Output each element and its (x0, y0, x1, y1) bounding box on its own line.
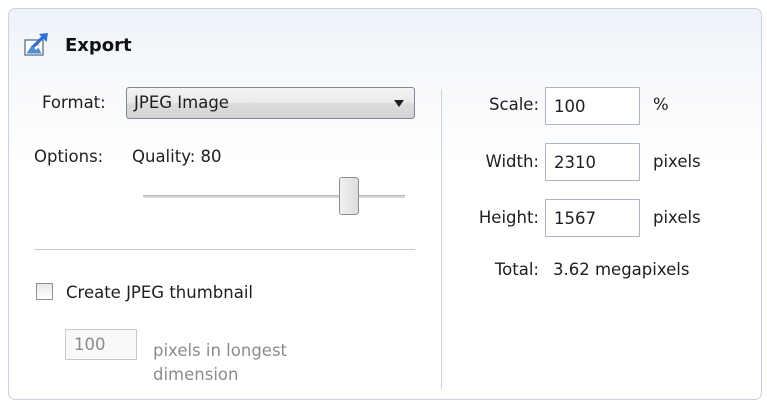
thumbnail-size-caption-line1: pixels in longest (153, 341, 288, 360)
height-input[interactable] (545, 199, 640, 237)
total-value: 3.62 megapixels (553, 260, 690, 279)
quality-slider-thumb[interactable] (339, 177, 359, 215)
scale-input[interactable] (545, 87, 640, 125)
thumbnail-size-caption-line2: dimension (153, 365, 239, 384)
width-input[interactable] (545, 143, 640, 181)
format-label: Format: (42, 93, 106, 112)
export-image-icon (23, 31, 51, 59)
total-label: Total: (494, 260, 539, 279)
height-unit: pixels (653, 208, 701, 227)
quality-slider-track (143, 195, 405, 198)
scale-label: Scale: (489, 95, 539, 114)
create-thumbnail-label[interactable]: Create JPEG thumbnail (66, 283, 253, 303)
create-thumbnail-checkbox[interactable] (36, 283, 53, 300)
export-panel: Export Format: JPEG Image Options: Quali… (8, 8, 762, 400)
height-label: Height: (478, 208, 539, 227)
format-dropdown[interactable]: JPEG Image (126, 87, 415, 119)
format-selected-value: JPEG Image (134, 93, 229, 112)
scale-unit: % (653, 95, 669, 114)
quality-label: Quality: 80 (132, 147, 222, 166)
width-label: Width: (485, 152, 540, 171)
left-divider (34, 249, 415, 250)
panel-title: Export (65, 35, 132, 56)
vertical-divider (441, 89, 442, 389)
options-label: Options: (34, 147, 104, 166)
thumbnail-size-input[interactable] (65, 329, 137, 360)
width-unit: pixels (653, 152, 701, 171)
quality-slider[interactable] (143, 177, 405, 217)
chevron-down-icon (394, 100, 404, 107)
